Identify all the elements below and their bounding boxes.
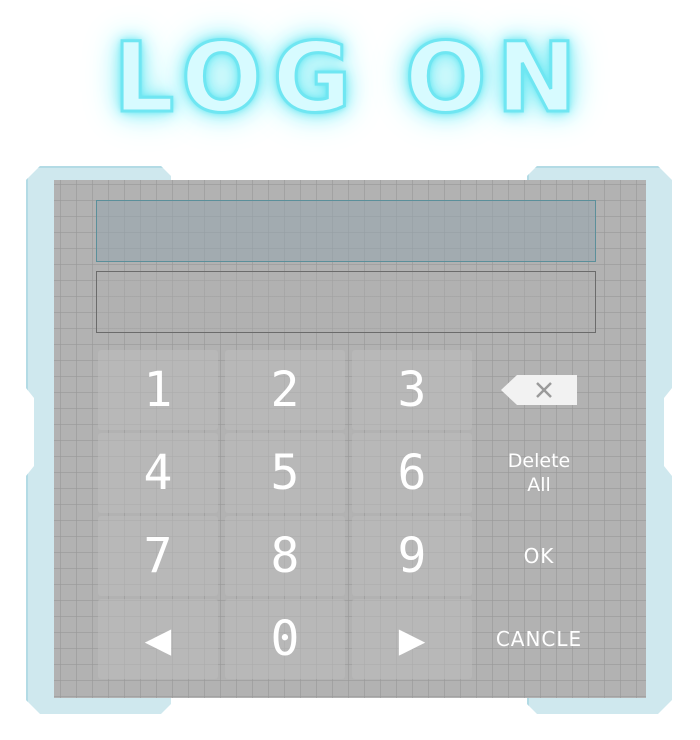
key-9[interactable]: 9 [352,516,472,596]
key-0[interactable]: 0 [225,599,345,679]
key-label: 4 [143,445,173,501]
key-label: 8 [270,528,300,584]
page-title: LOG ON [112,21,587,136]
delete-all-label: Delete All [507,450,571,496]
key-2[interactable]: 2 [225,350,345,430]
key-label: 1 [143,362,173,418]
key-3[interactable]: 3 [352,350,472,430]
key-4[interactable]: 4 [98,433,218,513]
key-8[interactable]: 8 [225,516,345,596]
delete-all-button[interactable]: Delete All [479,433,599,513]
right-arrow-button[interactable]: ▶ [352,599,472,679]
key-6[interactable]: 6 [352,433,472,513]
code-display [96,200,596,262]
key-7[interactable]: 7 [98,516,218,596]
secondary-display [96,271,596,333]
left-arrow-button[interactable]: ◀ [98,599,218,679]
key-label: 3 [397,362,427,418]
key-5[interactable]: 5 [225,433,345,513]
key-label: 6 [397,445,427,501]
key-label: 0 [270,611,300,667]
key-label: 9 [397,528,427,584]
ok-label: OK [523,544,555,568]
key-1[interactable]: 1 [98,350,218,430]
cancel-label: CANCLE [495,627,583,651]
key-label: 7 [143,528,173,584]
key-label: 5 [270,445,300,501]
backspace-icon [501,375,577,405]
cancel-button[interactable]: CANCLE [479,599,599,679]
ok-button[interactable]: OK [479,516,599,596]
key-label: 2 [270,362,300,418]
backspace-button[interactable] [479,350,599,430]
left-arrow-icon: ◀ [144,613,172,665]
right-arrow-icon: ▶ [398,613,426,665]
